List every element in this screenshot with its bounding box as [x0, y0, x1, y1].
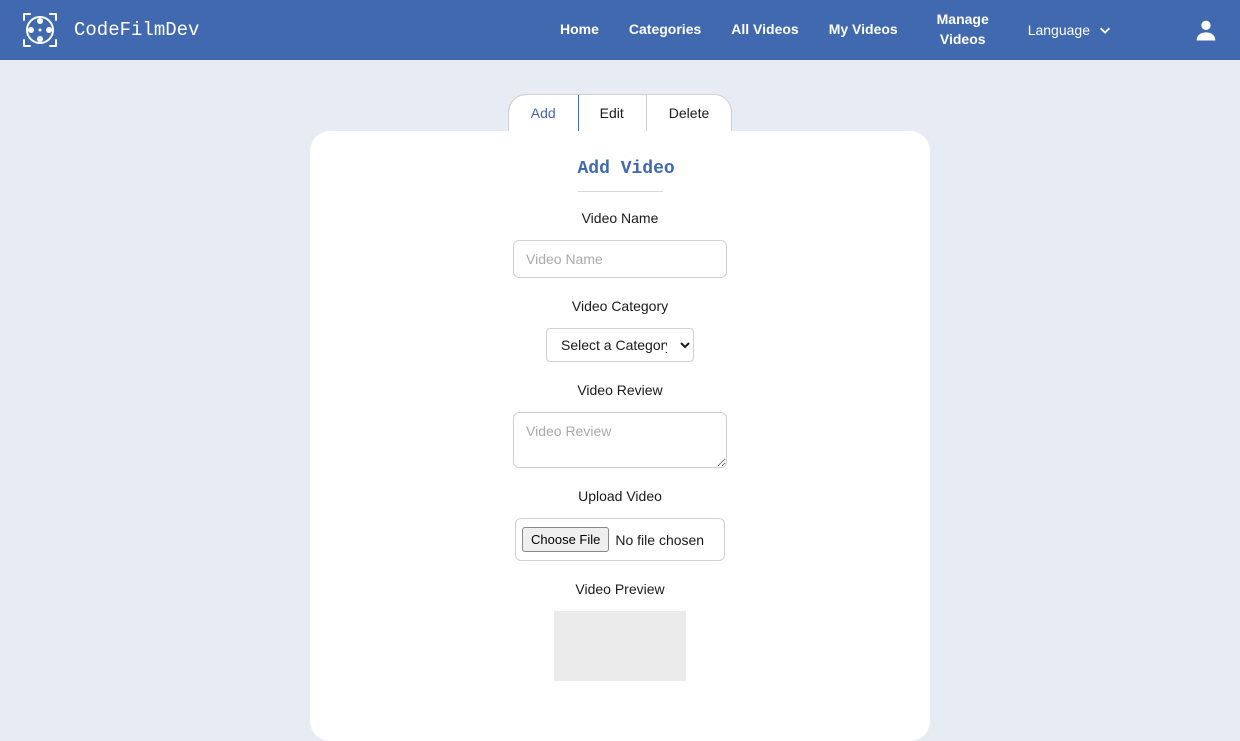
- nav-menu: Home Categories All Videos My Videos Man…: [560, 10, 1172, 49]
- upload-video-group: Upload Video Choose File No file chosen: [515, 488, 725, 561]
- video-review-label: Video Review: [577, 382, 662, 398]
- video-category-label: Video Category: [572, 298, 668, 314]
- video-category-select[interactable]: Select a Category: [546, 328, 694, 362]
- file-status-text: No file chosen: [615, 532, 704, 548]
- brand-name: CodeFilmDev: [74, 19, 199, 41]
- upload-video-label: Upload Video: [578, 488, 662, 504]
- video-preview-label: Video Preview: [575, 581, 664, 597]
- add-video-card: Add Video Video Name Video Category Sele…: [310, 131, 930, 741]
- video-name-label: Video Name: [582, 210, 659, 226]
- file-input-wrapper[interactable]: Choose File No file chosen: [515, 518, 725, 561]
- nav-manage-videos[interactable]: Manage Videos: [928, 10, 998, 49]
- nav-home[interactable]: Home: [560, 20, 599, 40]
- brand[interactable]: CodeFilmDev: [20, 10, 199, 50]
- tab-delete[interactable]: Delete: [647, 95, 731, 131]
- card-title: Add Video: [578, 159, 663, 192]
- choose-file-button[interactable]: Choose File: [522, 527, 609, 552]
- user-icon[interactable]: [1192, 16, 1220, 44]
- reel-icon: [20, 10, 60, 50]
- language-label: Language: [1028, 22, 1090, 38]
- video-category-group: Video Category Select a Category: [546, 298, 694, 362]
- tab-edit[interactable]: Edit: [578, 95, 647, 131]
- video-name-input[interactable]: [513, 240, 727, 278]
- main-content: Add Edit Delete Add Video Video Name Vid…: [0, 60, 1240, 741]
- nav-my-videos[interactable]: My Videos: [829, 20, 898, 40]
- video-preview-box: [554, 611, 686, 681]
- video-preview-group: Video Preview: [554, 581, 686, 681]
- chevron-down-icon: [1098, 23, 1112, 37]
- tab-add[interactable]: Add: [508, 94, 579, 132]
- nav-categories[interactable]: Categories: [629, 20, 701, 40]
- tabs: Add Edit Delete: [508, 94, 733, 132]
- video-review-group: Video Review: [513, 382, 727, 468]
- video-review-input[interactable]: [513, 412, 727, 468]
- nav-all-videos[interactable]: All Videos: [731, 20, 798, 40]
- language-selector[interactable]: Language: [1028, 22, 1112, 38]
- video-name-group: Video Name: [513, 210, 727, 278]
- navbar: CodeFilmDev Home Categories All Videos M…: [0, 0, 1240, 60]
